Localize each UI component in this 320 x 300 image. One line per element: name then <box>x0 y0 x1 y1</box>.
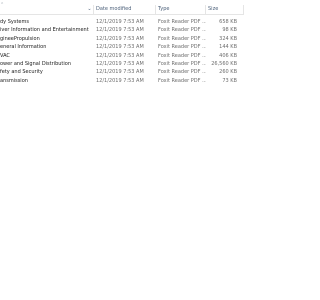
file-type: Foxit Reader PDF ... <box>158 35 206 42</box>
file-size: 324 KB <box>219 35 237 42</box>
file-size: 406 KB <box>219 52 237 59</box>
file-date: 12/1/2019 7:53 AM <box>96 69 144 76</box>
file-type: Foxit Reader PDF ... <box>158 27 206 34</box>
file-name: ansmission <box>0 77 28 84</box>
file-name: fety and Security <box>0 69 43 76</box>
date-column-header[interactable]: Date modified <box>96 4 131 14</box>
file-date: 12/1/2019 7:53 AM <box>96 77 144 84</box>
file-type: Foxit Reader PDF ... <box>158 44 206 51</box>
size-column-header[interactable]: Size <box>208 4 218 14</box>
type-column-header[interactable]: Type <box>158 4 169 14</box>
file-size: 144 KB <box>219 44 237 51</box>
column-divider[interactable] <box>155 5 156 14</box>
file-size: 658 KB <box>219 19 237 25</box>
file-name: iver Information and Entertainment <box>0 27 89 34</box>
file-name: gineePropulsion <box>0 35 40 42</box>
file-name: dy Systems <box>0 19 29 25</box>
file-date: 12/1/2019 7:53 AM <box>96 52 144 59</box>
file-size: 26,560 KB <box>211 60 237 67</box>
file-row[interactable]: fety and Security 12/1/2019 7:53 AM Foxi… <box>0 68 250 76</box>
file-date: 12/1/2019 7:53 AM <box>96 60 144 67</box>
column-divider[interactable] <box>93 5 94 14</box>
file-row[interactable]: eneral Information 12/1/2019 7:53 AM Fox… <box>0 43 250 51</box>
column-divider[interactable] <box>205 5 206 14</box>
file-date: 12/1/2019 7:53 AM <box>96 27 144 34</box>
file-size: 73 KB <box>222 77 237 84</box>
file-row[interactable]: iver Information and Entertainment 12/1/… <box>0 26 250 34</box>
name-column-header[interactable] <box>0 4 86 14</box>
file-type: Foxit Reader PDF ... <box>158 52 206 59</box>
file-list: dy Systems 12/1/2019 7:53 AM Foxit Reade… <box>0 18 250 85</box>
column-divider[interactable] <box>243 5 244 14</box>
file-type: Foxit Reader PDF ... <box>158 19 206 25</box>
file-date: 12/1/2019 7:53 AM <box>96 35 144 42</box>
file-row[interactable]: dy Systems 12/1/2019 7:53 AM Foxit Reade… <box>0 18 250 26</box>
column-header-bar: ⌃ ⌄ Date modified Type Size <box>0 2 244 15</box>
file-row[interactable]: ower and Signal Distribution 12/1/2019 7… <box>0 60 250 68</box>
file-type: Foxit Reader PDF ... <box>158 69 206 76</box>
file-name: VAC <box>0 52 10 59</box>
file-date: 12/1/2019 7:53 AM <box>96 19 144 25</box>
file-type: Foxit Reader PDF ... <box>158 60 206 67</box>
file-row[interactable]: gineePropulsion 12/1/2019 7:53 AM Foxit … <box>0 35 250 43</box>
chevron-down-icon[interactable]: ⌄ <box>87 6 92 12</box>
file-name: ower and Signal Distribution <box>0 60 71 67</box>
file-size: 98 KB <box>222 27 237 34</box>
file-name: eneral Information <box>0 44 47 51</box>
file-row[interactable]: VAC 12/1/2019 7:53 AM Foxit Reader PDF .… <box>0 52 250 60</box>
file-size: 260 KB <box>219 69 237 76</box>
file-type: Foxit Reader PDF ... <box>158 77 206 84</box>
file-date: 12/1/2019 7:53 AM <box>96 44 144 51</box>
file-row[interactable]: ansmission 12/1/2019 7:53 AM Foxit Reade… <box>0 77 250 85</box>
